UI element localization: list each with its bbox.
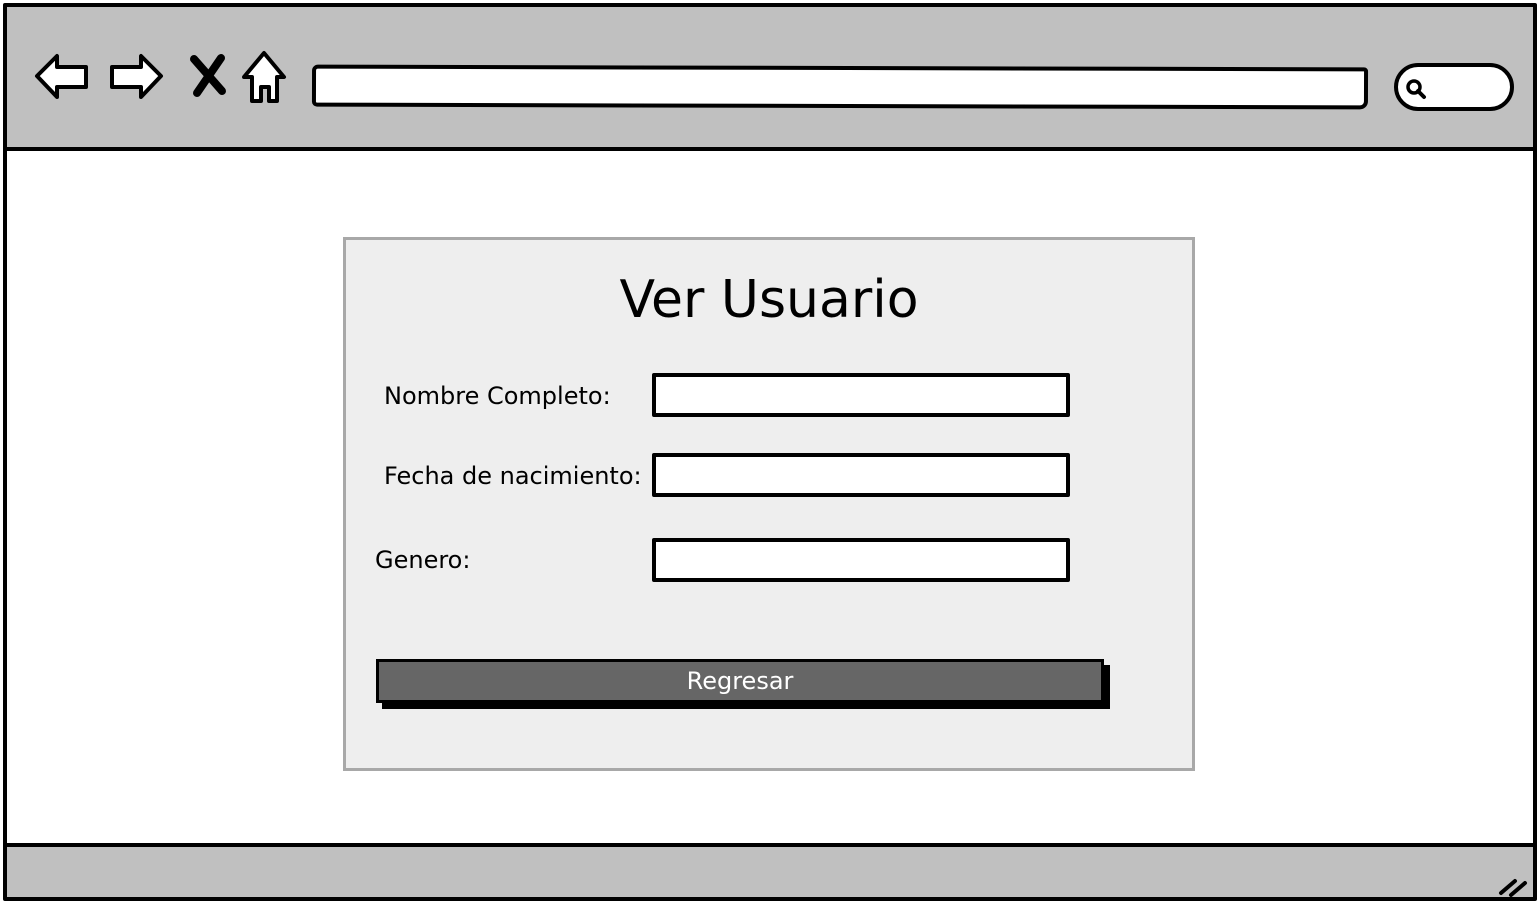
fecha-nacimiento-field[interactable] [652,453,1070,497]
back-button-wrapper: Regresar [376,659,1110,709]
field-label-fecha-nacimiento: Fecha de nacimiento: [384,462,642,490]
arrow-left-icon[interactable] [33,47,91,105]
field-label-genero: Genero: [375,546,471,574]
search-icon [1404,77,1428,101]
arrow-right-icon[interactable] [107,47,165,105]
field-label-nombre-completo: Nombre Completo: [384,382,611,410]
genero-field[interactable] [652,538,1070,582]
home-icon[interactable] [235,47,293,105]
browser-status-bar [7,843,1533,897]
resize-handle-icon[interactable] [1495,865,1529,897]
close-icon[interactable] [179,47,237,105]
page-title: Ver Usuario [619,270,919,330]
browser-toolbar [7,7,1533,151]
page-content: Ver Usuario Nombre Completo: Fecha de na… [7,151,1533,843]
nombre-completo-field[interactable] [652,373,1070,417]
browser-search-field[interactable] [1394,63,1514,111]
user-detail-panel: Ver Usuario Nombre Completo: Fecha de na… [343,237,1195,771]
url-bar[interactable] [311,64,1369,110]
regresar-button[interactable]: Regresar [376,659,1104,703]
browser-window: Ver Usuario Nombre Completo: Fecha de na… [3,3,1537,901]
